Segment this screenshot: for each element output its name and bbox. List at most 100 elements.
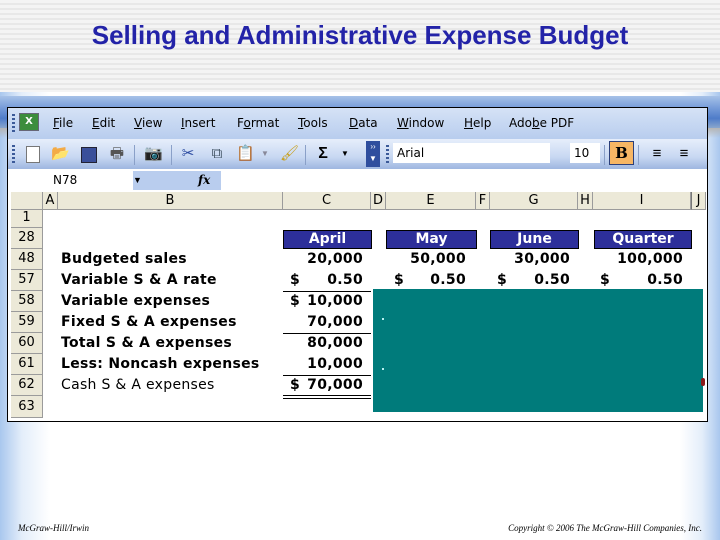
toolbar-separator (305, 145, 306, 165)
overlay-dot (382, 318, 384, 320)
april-variable-expenses[interactable]: 10,000 (283, 293, 363, 309)
cut-icon[interactable]: ✂ (179, 145, 197, 163)
column-header-j[interactable]: J (691, 192, 706, 210)
row-header-63[interactable]: 63 (11, 396, 43, 418)
menu-view[interactable]: View (134, 116, 162, 130)
slide-title: Selling and Administrative Expense Budge… (91, 20, 629, 50)
menu-insert[interactable]: Insert (181, 116, 215, 130)
header-june[interactable]: June (490, 230, 579, 249)
toolbar-options-icon[interactable]: ›› ▼ (366, 141, 380, 167)
april-rate[interactable]: 0.50 (283, 272, 363, 288)
menu-grip[interactable] (12, 114, 15, 132)
column-header-c[interactable]: C (283, 192, 371, 210)
toolbar-separator (638, 145, 639, 165)
row-header-48[interactable]: 48 (11, 249, 43, 270)
column-header-d[interactable]: D (371, 192, 386, 210)
red-marker (701, 378, 705, 386)
fx-icon[interactable]: fx (198, 171, 210, 190)
menu-format[interactable]: Format (237, 116, 279, 130)
header-april[interactable]: April (283, 230, 372, 249)
row-header-28[interactable]: 28 (11, 228, 43, 249)
toolbar-separator (134, 145, 135, 165)
teal-cover-overlay (373, 289, 703, 412)
menu-edit[interactable]: Edit (92, 116, 115, 130)
toolbar-separator (171, 145, 172, 165)
june-rate[interactable]: 0.50 (490, 272, 570, 288)
namebox-dropdown-icon[interactable]: ▼ (133, 171, 142, 190)
row-header-1[interactable]: 1 (11, 210, 43, 228)
column-header-b[interactable]: B (58, 192, 283, 210)
toolbar-separator (604, 145, 605, 165)
align-center-icon[interactable]: ≡ (675, 145, 693, 163)
column-header-h[interactable]: H (578, 192, 593, 210)
may-sales[interactable]: 50,000 (386, 251, 466, 267)
column-header-e[interactable]: E (386, 192, 476, 210)
april-cash-double-underline-2 (283, 398, 371, 399)
header-may[interactable]: May (386, 230, 477, 249)
overlay-dot (382, 368, 384, 370)
print-preview-icon[interactable]: 🖶 (108, 145, 126, 163)
formatting-toolbar-grip[interactable] (386, 145, 389, 165)
april-rate-underline (283, 291, 371, 292)
row-header-59[interactable]: 59 (11, 312, 43, 333)
row-header-61[interactable]: 61 (11, 354, 43, 375)
label-variable-rate[interactable]: Variable S & A rate (61, 272, 217, 288)
save-icon[interactable] (80, 145, 98, 163)
label-variable-expenses[interactable]: Variable expenses (61, 293, 210, 309)
label-budgeted-sales[interactable]: Budgeted sales (61, 251, 187, 267)
row-header-62[interactable]: 62 (11, 375, 43, 396)
footer-publisher: McGraw-Hill/Irwin (18, 523, 89, 533)
format-painter-icon[interactable]: 🖌 (280, 145, 299, 163)
april-cash-expenses[interactable]: 70,000 (283, 377, 363, 393)
standard-toolbar: 📂 🖶 📷 ✂ ⧉ 📋 ▼ 🖌 Σ ▼ ››▼ ▼ ▼ ≡ ≡ (8, 139, 707, 169)
paste-dropdown-icon[interactable]: ▼ (256, 145, 274, 163)
april-total-expenses[interactable]: 80,000 (283, 335, 363, 351)
menu-window[interactable]: Window (397, 116, 444, 130)
row-header-57[interactable]: 57 (11, 270, 43, 291)
open-icon[interactable]: 📂 (51, 145, 70, 163)
label-fixed-expenses[interactable]: Fixed S & A expenses (61, 314, 237, 330)
april-fixed-underline (283, 333, 371, 334)
bold-button[interactable]: B (609, 141, 634, 165)
row-header-58[interactable]: 58 (11, 291, 43, 312)
camera-icon[interactable]: 📷 (144, 145, 163, 163)
excel-app-icon[interactable]: X (19, 113, 39, 131)
quarter-rate[interactable]: 0.50 (593, 272, 683, 288)
quarter-sales[interactable]: 100,000 (593, 251, 683, 267)
column-header-a[interactable]: A (43, 192, 58, 210)
autosum-dropdown-icon[interactable]: ▼ (336, 145, 354, 163)
april-sales[interactable]: 20,000 (283, 251, 363, 267)
label-noncash-expenses[interactable]: Less: Noncash expenses (61, 356, 260, 372)
june-sales[interactable]: 30,000 (490, 251, 570, 267)
label-total-expenses[interactable]: Total S & A expenses (61, 335, 232, 351)
new-icon[interactable] (24, 145, 42, 163)
font-name-field[interactable]: Arial (393, 143, 550, 163)
column-header-g[interactable]: G (490, 192, 578, 210)
font-size-field[interactable]: 10 (570, 143, 600, 163)
autosum-icon[interactable]: Σ (314, 145, 332, 163)
menu-help[interactable]: Help (464, 116, 491, 130)
april-noncash-expenses[interactable]: 10,000 (283, 356, 363, 372)
formula-bar: N78 ▼ fx (8, 169, 707, 192)
formula-input[interactable] (221, 171, 705, 190)
april-cash-double-underline-1 (283, 395, 371, 396)
menu-adobe-pdf[interactable]: Adobe PDF (509, 116, 574, 130)
column-header-i[interactable]: I (593, 192, 691, 210)
excel-window: X File Edit View Insert Format Tools Dat… (7, 107, 708, 422)
footer-copyright: Copyright © 2006 The McGraw-Hill Compani… (508, 523, 702, 533)
menu-tools[interactable]: Tools (298, 116, 328, 130)
header-quarter[interactable]: Quarter (594, 230, 692, 249)
menu-file[interactable]: File (53, 116, 73, 130)
row-header-60[interactable]: 60 (11, 333, 43, 354)
april-fixed-expenses[interactable]: 70,000 (283, 314, 363, 330)
align-left-icon[interactable]: ≡ (648, 145, 666, 163)
column-header-f[interactable]: F (476, 192, 490, 210)
name-box[interactable]: N78 (11, 171, 133, 190)
copy-icon[interactable]: ⧉ (208, 145, 226, 163)
may-rate[interactable]: 0.50 (386, 272, 466, 288)
toolbar-grip[interactable] (12, 145, 15, 165)
select-all-corner[interactable] (11, 192, 43, 210)
menu-data[interactable]: Data (349, 116, 378, 130)
paste-icon[interactable]: 📋 (236, 145, 255, 163)
label-cash-expenses[interactable]: Cash S & A expenses (61, 377, 215, 393)
